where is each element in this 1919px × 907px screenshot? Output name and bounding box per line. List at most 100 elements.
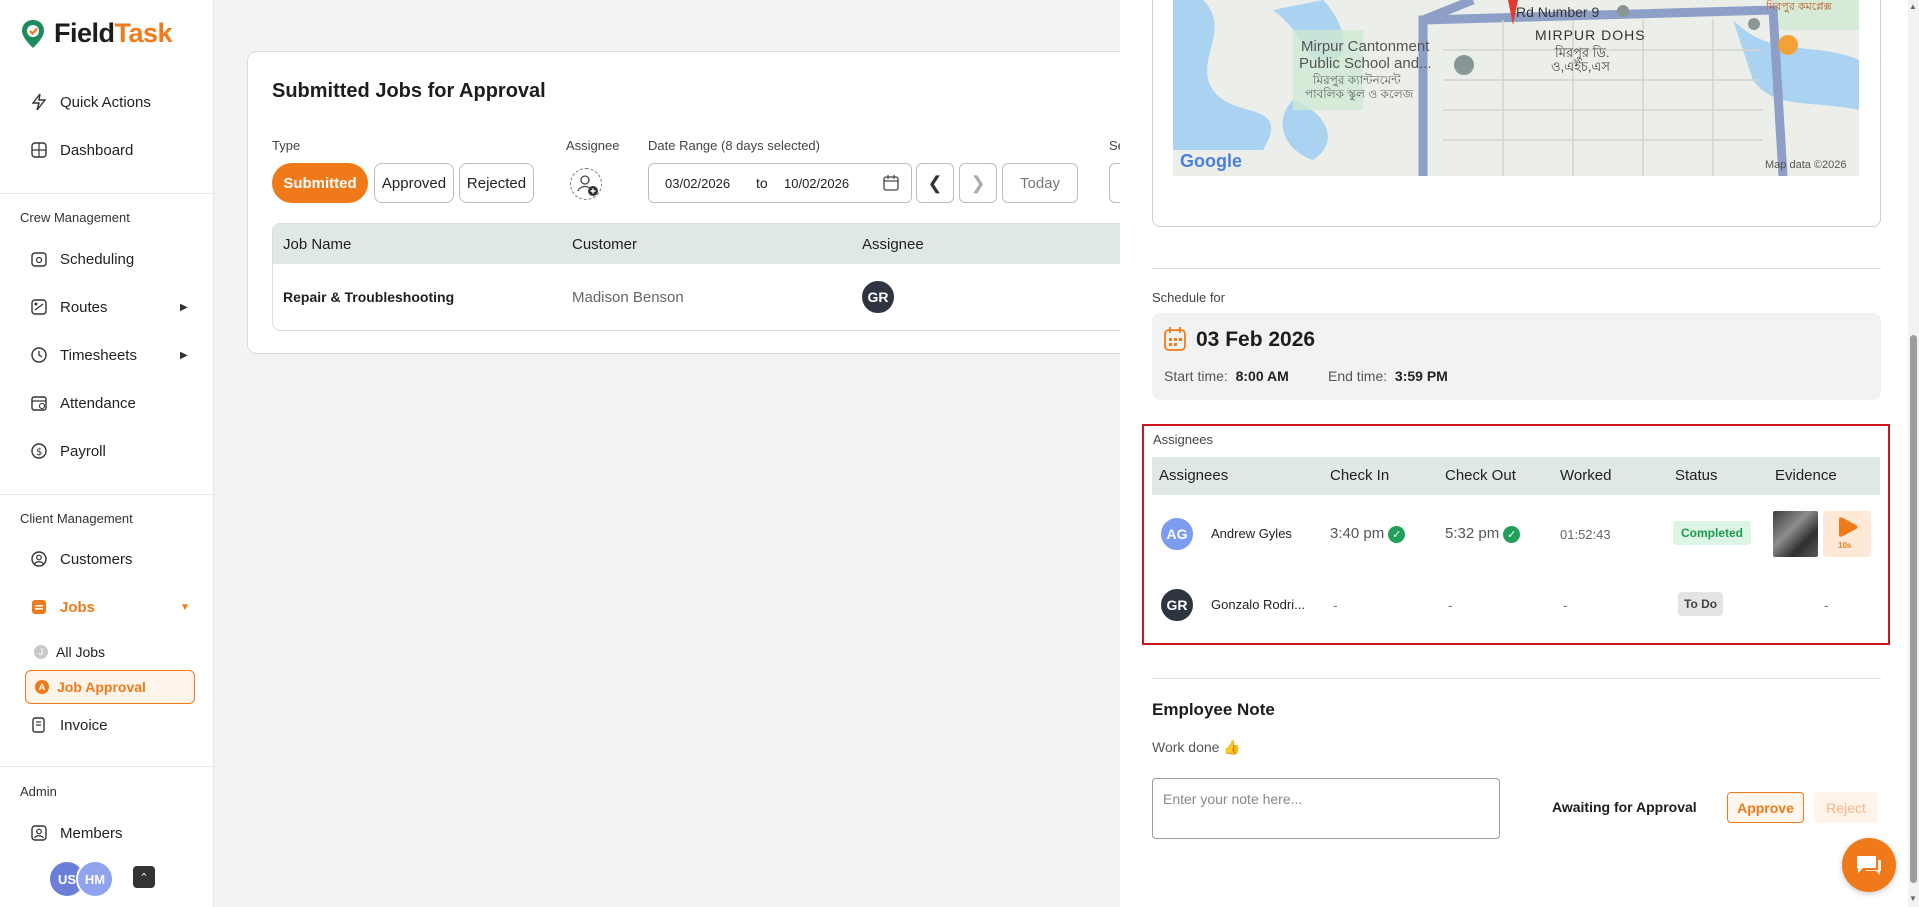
nav-routes[interactable]: Routes ▶ [30, 295, 188, 319]
route-icon [30, 298, 48, 316]
chat-icon [1857, 856, 1881, 875]
approve-button[interactable]: Approve [1727, 792, 1804, 823]
add-assignee-icon[interactable] [570, 168, 602, 200]
check-in-time: 3:40 pm ✓ [1330, 525, 1406, 543]
chevron-left-icon[interactable]: ❮ [916, 163, 954, 203]
nav-invoice[interactable]: Invoice [30, 713, 108, 737]
end-time-label: End time: [1328, 368, 1388, 384]
nav-label: Job Approval [57, 679, 146, 695]
invoice-icon [30, 716, 48, 734]
dashboard-icon [30, 141, 48, 159]
svg-text:$: $ [36, 447, 42, 458]
check-icon: ✓ [1503, 525, 1521, 543]
nav-label: All Jobs [56, 644, 106, 660]
check-out-time: - [1448, 597, 1453, 613]
nav-attendance[interactable]: Attendance [30, 391, 136, 415]
divider [1152, 678, 1881, 679]
scrollbar[interactable]: ▲ ▼ [1908, 0, 1919, 907]
start-time-value: 8:00 AM [1235, 368, 1289, 384]
user-switcher[interactable]: US HM [48, 860, 114, 898]
map-label: পাবলিক স্কুল ও কলেজ [1305, 87, 1414, 101]
caret-right-icon: ▶ [180, 349, 188, 361]
start-time: Start time: 8:00 AM [1164, 368, 1289, 384]
nav-label: Members [60, 824, 123, 842]
chat-button[interactable] [1842, 838, 1896, 892]
chevron-up-icon[interactable]: ⌃ [133, 866, 155, 888]
section-crew-management: Crew Management [20, 210, 130, 225]
submitted-jobs-card: Submitted Jobs for Approval Type Submitt… [247, 51, 1149, 354]
member-icon [30, 824, 48, 842]
scroll-thumb[interactable] [1910, 335, 1917, 883]
app-logo[interactable]: FieldTask [20, 18, 173, 49]
date-range-picker[interactable]: 03/02/2026 to 10/02/2026 [648, 163, 912, 203]
avatar: AG [1159, 516, 1195, 552]
nav-label: Scheduling [60, 250, 135, 268]
map-label: Public School and... [1299, 55, 1432, 72]
fieldtask-logo-icon [22, 19, 44, 48]
nav-label: Quick Actions [60, 93, 151, 111]
nav-label: Payroll [60, 442, 106, 460]
scroll-down-icon[interactable]: ▼ [1909, 894, 1917, 903]
worked-duration: 01:52:43 [1560, 527, 1611, 542]
status-badge: Completed [1673, 521, 1752, 545]
avatar[interactable]: HM [76, 860, 114, 898]
nav-jobs[interactable]: Jobs ▼ [30, 595, 190, 619]
date-from: 03/02/2026 [665, 175, 731, 191]
type-filter-label: Type [272, 138, 301, 153]
column-header: Customer [572, 236, 638, 253]
google-logo: Google [1180, 151, 1242, 171]
evidence-photo-thumbnail[interactable] [1773, 511, 1818, 557]
evidence-empty: - [1824, 597, 1829, 613]
nav-scheduling[interactable]: Scheduling [30, 247, 134, 271]
map[interactable]: Rd Number 9 MIRPUR DOHS মিরপুর ডি. ও,এইচ… [1173, 0, 1859, 176]
assignee-name: Gonzalo Rodri... [1211, 597, 1305, 612]
schedule-box: 03 Feb 2026 Start time: 8:00 AM End time… [1152, 313, 1881, 400]
check-out-time: 5:32 pm ✓ [1445, 525, 1521, 543]
nav-members[interactable]: Members [30, 821, 123, 845]
scroll-up-icon[interactable]: ▲ [1909, 2, 1917, 11]
check-in-time: - [1333, 597, 1338, 613]
column-header: Status [1675, 467, 1718, 484]
note-input[interactable] [1152, 778, 1500, 839]
approval-status: Awaiting for Approval [1552, 799, 1697, 815]
nav-payroll[interactable]: $ Payroll [30, 439, 106, 463]
filter-submitted-chip[interactable]: Submitted [272, 163, 368, 203]
today-button[interactable]: Today [1002, 163, 1078, 203]
filter-rejected-chip[interactable]: Rejected [459, 163, 534, 203]
nav-all-jobs[interactable]: J All Jobs [34, 644, 105, 660]
divider [0, 193, 214, 194]
worked-duration: - [1563, 597, 1568, 613]
column-header: Worked [1560, 467, 1612, 484]
nav-customers[interactable]: Customers [30, 547, 133, 571]
check-out-value: 5:32 pm [1445, 525, 1500, 542]
nav-dashboard[interactable]: Dashboard [30, 138, 133, 162]
evidence-video-thumbnail[interactable]: 10s [1823, 511, 1871, 557]
video-length: 10s [1838, 541, 1852, 550]
map-credit: Map data ©2026 [1765, 159, 1847, 171]
nav-timesheets[interactable]: Timesheets ▶ [30, 343, 188, 367]
check-in-value: 3:40 pm [1330, 525, 1385, 542]
clock-icon [30, 346, 48, 364]
section-admin: Admin [20, 784, 57, 799]
date-separator: to [756, 175, 768, 191]
divider [0, 766, 214, 767]
assignees-section: Assignees Assignees Check In Check Out W… [1142, 424, 1890, 645]
table-header: Job Name Customer Assignee [273, 224, 1147, 264]
job-name: Repair & Troubleshooting [283, 289, 455, 305]
assignee-avatars: GR AG [860, 279, 918, 315]
map-label: MIRPUR DOHS [1535, 27, 1646, 43]
schedule-label: Schedule for [1152, 290, 1225, 305]
section-client-management: Client Management [20, 511, 133, 526]
nav-label: Customers [60, 550, 133, 568]
job-approval-icon: A [35, 680, 49, 694]
filter-approved-chip[interactable]: Approved [374, 163, 454, 203]
play-icon [1839, 517, 1858, 537]
attendance-icon [30, 394, 48, 412]
assignees-table-header: Assignees Check In Check Out Worked Stat… [1152, 457, 1880, 495]
nav-quick-actions[interactable]: Quick Actions [30, 90, 151, 114]
reject-button[interactable]: Reject [1814, 792, 1878, 823]
nav-job-approval[interactable]: A Job Approval [25, 670, 195, 704]
column-header: Evidence [1775, 467, 1837, 484]
column-header: Check In [1330, 467, 1390, 484]
chevron-right-icon[interactable]: ❯ [959, 163, 997, 203]
